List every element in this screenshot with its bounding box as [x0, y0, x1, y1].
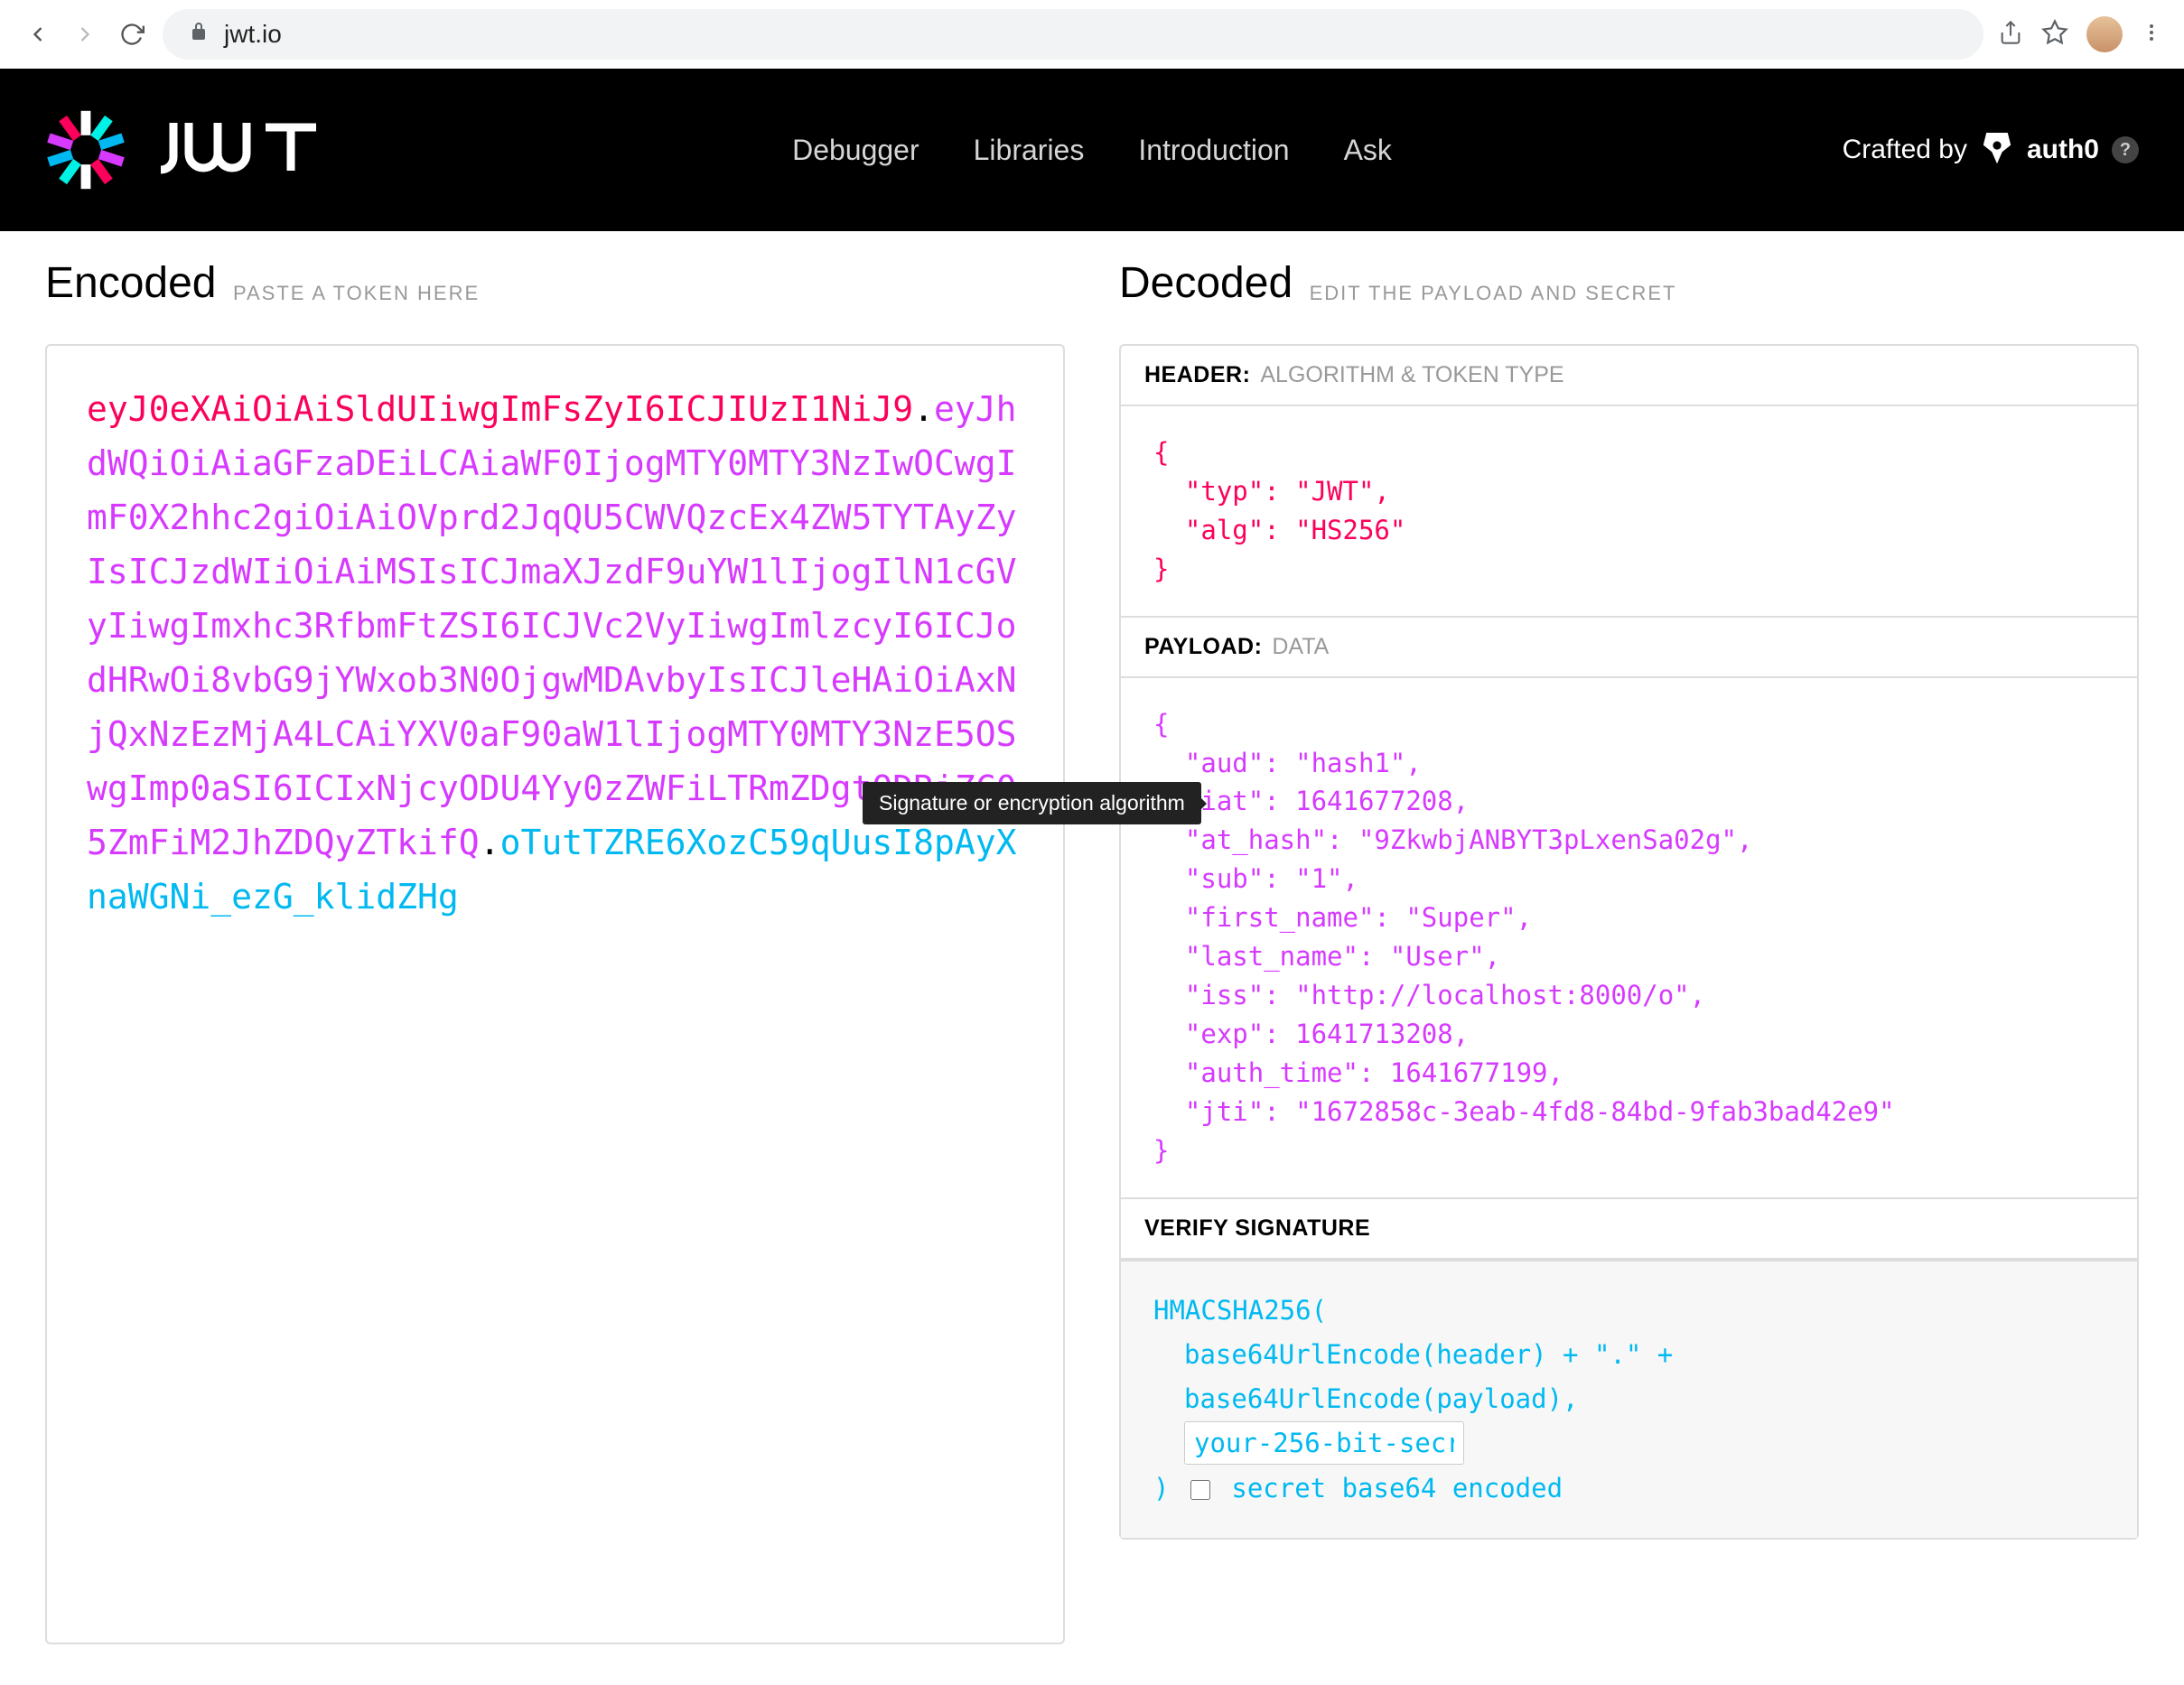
payload-section-body[interactable]: { "aud": "hash1", "iat": 1641677208, "at… [1121, 678, 2137, 1197]
encoded-title: Encoded [45, 258, 217, 308]
header-section-title: HEADER: ALGORITHM & TOKEN TYPE [1121, 346, 2137, 406]
decoded-subtitle: EDIT THE PAYLOAD AND SECRET [1310, 282, 1677, 305]
header-section-body[interactable]: { "typ": "JWT", "alg": "HS256" } [1121, 406, 2137, 616]
address-bar[interactable]: jwt.io [163, 9, 1983, 60]
encoded-token-input[interactable]: eyJ0eXAiOiAiSldUIiwgImFsZyI6ICJIUzI1NiJ9… [45, 344, 1065, 1644]
site-header: Debugger Libraries Introduction Ask Craf… [0, 69, 2184, 231]
back-button[interactable] [22, 18, 54, 51]
decoded-panel: HEADER: ALGORITHM & TOKEN TYPE { "typ": … [1119, 344, 2139, 1540]
decoded-column: Decoded EDIT THE PAYLOAD AND SECRET HEAD… [1119, 258, 2139, 1644]
payload-section-title: PAYLOAD: DATA [1121, 616, 2137, 678]
nav-introduction[interactable]: Introduction [1138, 134, 1289, 167]
tooltip-algorithm: Signature or encryption algorithm [863, 782, 1201, 824]
crafted-by[interactable]: Crafted by auth0 ? [1843, 133, 2139, 167]
menu-dots-icon[interactable] [2141, 22, 2162, 48]
reload-button[interactable] [116, 18, 148, 51]
secret-base64-checkbox[interactable] [1190, 1480, 1210, 1500]
nav-ask[interactable]: Ask [1344, 134, 1392, 167]
url-text: jwt.io [224, 20, 282, 49]
auth0-text: auth0 [2027, 135, 2099, 165]
secret-input[interactable] [1184, 1421, 1464, 1465]
jwt-logo-icon [45, 109, 126, 191]
encoded-subtitle: PASTE A TOKEN HERE [233, 282, 480, 305]
profile-avatar[interactable] [2086, 16, 2123, 52]
jwt-logo-text [148, 118, 329, 182]
main-nav: Debugger Libraries Introduction Ask [792, 134, 1392, 167]
lock-icon [188, 20, 210, 49]
browser-chrome: jwt.io [0, 0, 2184, 69]
nav-debugger[interactable]: Debugger [792, 134, 919, 167]
encoded-column: Encoded PASTE A TOKEN HERE eyJ0eXAiOiAiS… [45, 258, 1065, 1644]
star-icon[interactable] [2041, 19, 2068, 51]
auth0-logo-icon [1980, 133, 2014, 167]
signature-section-body: HMACSHA256( base64UrlEncode(header) + ".… [1121, 1260, 2137, 1538]
forward-button[interactable] [69, 18, 101, 51]
signature-section-title: VERIFY SIGNATURE [1121, 1197, 2137, 1260]
nav-libraries[interactable]: Libraries [974, 134, 1085, 167]
help-icon[interactable]: ? [2112, 136, 2139, 163]
share-icon[interactable] [1998, 20, 2023, 50]
decoded-title: Decoded [1119, 258, 1293, 308]
crafted-label: Crafted by [1843, 135, 1967, 165]
logo[interactable] [45, 109, 329, 191]
main-content: Encoded PASTE A TOKEN HERE eyJ0eXAiOiAiS… [0, 231, 2184, 1671]
token-header-part: eyJ0eXAiOiAiSldUIiwgImFsZyI6ICJIUzI1NiJ9 [87, 389, 913, 429]
